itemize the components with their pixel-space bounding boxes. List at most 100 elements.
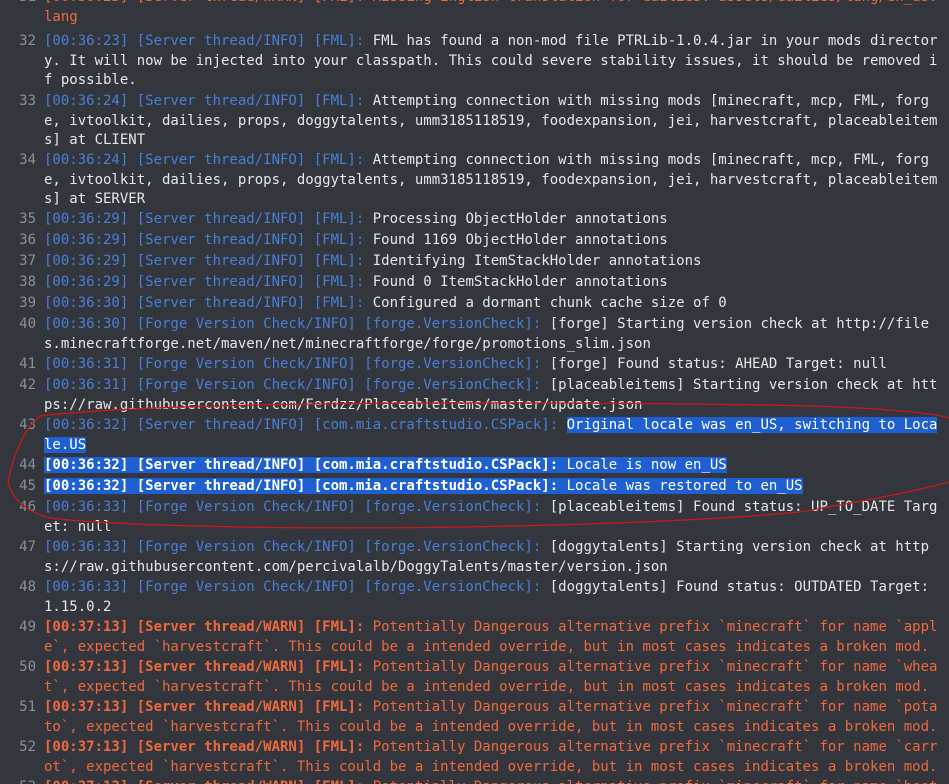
log-viewer[interactable]: 31[00:36:23] [Server thread/WARN] [FML]:… <box>0 0 949 784</box>
log-prefix: [00:37:13] [Server thread/WARN] [FML]: <box>44 699 365 715</box>
line-number: 39 <box>19 295 36 311</box>
log-prefix: [00:36:33] [Forge Version Check/INFO] [f… <box>44 499 542 515</box>
log-line[interactable]: 44 [00:36:32] [Server thread/INFO] [com.m… <box>0 456 949 476</box>
log-line[interactable]: 33 [00:36:24] [Server thread/INFO] [FML]:… <box>0 92 949 151</box>
log-text: [00:36:24] [Server thread/INFO] [FML]: A… <box>44 92 941 151</box>
log-message: Locale is now en_US <box>558 457 727 473</box>
log-prefix: [00:36:29] [Server thread/INFO] [FML]: <box>44 232 365 248</box>
line-number: 36 <box>19 232 36 248</box>
log-prefix: [00:37:13] [Server thread/WARN] [FML]: <box>44 659 365 675</box>
line-number: 47 <box>19 539 36 555</box>
log-line[interactable]: 48 [00:36:33] [Forge Version Check/INFO] … <box>0 578 949 617</box>
log-message: Found 1169 ObjectHolder annotations <box>364 232 668 248</box>
line-number: 31 <box>0 0 44 27</box>
log-line[interactable]: 42 [00:36:31] [Forge Version Check/INFO] … <box>0 376 949 415</box>
log-text: [00:36:33] [Forge Version Check/INFO] [f… <box>44 578 941 617</box>
log-text: [00:36:31] [Forge Version Check/INFO] [f… <box>44 355 941 375</box>
line-number: 40 <box>19 316 36 332</box>
log-text: [00:37:13] [Server thread/WARN] [FML]: P… <box>44 618 941 657</box>
line-number: 42 <box>19 377 36 393</box>
log-message: Locale was restored to en_US <box>558 478 803 494</box>
log-text: [00:36:29] [Server thread/INFO] [FML]: F… <box>44 231 941 251</box>
log-text: [00:36:29] [Server thread/INFO] [FML]: P… <box>44 210 941 230</box>
line-number: 48 <box>19 579 36 595</box>
log-prefix: [00:37:13] [Server thread/WARN] [FML]: <box>44 779 364 784</box>
log-text: [00:36:23] [Server thread/WARN] [FML]: M… <box>44 0 941 27</box>
line-number: 34 <box>19 152 36 168</box>
line-number: 32 <box>19 33 36 49</box>
log-text: [00:36:33] [Forge Version Check/INFO] [f… <box>44 538 941 577</box>
log-text: [00:36:29] [Server thread/INFO] [FML]: F… <box>44 273 941 293</box>
log-message: Identifying ItemStackHolder annotations <box>364 253 702 269</box>
log-prefix: [00:36:32] [Server thread/INFO] [com.mia… <box>44 478 559 494</box>
log-prefix: [00:36:29] [Server thread/INFO] [FML]: <box>44 211 365 227</box>
line-number: 33 <box>19 93 36 109</box>
log-line[interactable]: 35 [00:36:29] [Server thread/INFO] [FML]:… <box>0 210 949 230</box>
log-prefix: [00:36:31] [Forge Version Check/INFO] [f… <box>44 356 542 372</box>
log-prefix: [00:36:29] [Server thread/INFO] [FML]: <box>44 253 365 269</box>
log-text: [00:36:23] [Server thread/INFO] [FML]: F… <box>44 32 941 91</box>
log-message: Found 0 ItemStackHolder annotations <box>364 274 668 290</box>
log-text: [00:36:32] [Server thread/INFO] [com.mia… <box>44 416 941 455</box>
log-line[interactable]: 39 [00:36:30] [Server thread/INFO] [FML]:… <box>0 294 949 314</box>
log-line[interactable]: 52 [00:37:13] [Server thread/WARN] [FML]:… <box>0 738 949 777</box>
line-number: 43 <box>19 417 36 433</box>
line-number: 45 <box>19 478 36 494</box>
log-prefix: [00:36:24] [Server thread/INFO] [FML]: <box>44 93 365 109</box>
log-message: Processing ObjectHolder annotations <box>364 211 668 227</box>
line-number: 44 <box>19 457 36 473</box>
log-text: [00:36:29] [Server thread/INFO] [FML]: I… <box>44 252 941 272</box>
log-prefix: [00:36:24] [Server thread/INFO] [FML]: <box>44 152 365 168</box>
line-number: 49 <box>19 619 36 635</box>
line-number: 37 <box>19 253 36 269</box>
log-prefix: [00:36:32] [Server thread/INFO] [com.mia… <box>44 417 559 433</box>
line-number: 41 <box>19 356 36 372</box>
log-prefix: [00:36:30] [Server thread/INFO] [FML]: <box>44 295 365 311</box>
log-line[interactable]: 49 [00:37:13] [Server thread/WARN] [FML]:… <box>0 618 949 657</box>
log-text: [00:36:24] [Server thread/INFO] [FML]: A… <box>44 151 941 210</box>
line-number: 52 <box>19 739 36 755</box>
log-prefix: [00:36:23] [Server thread/WARN] [FML]: <box>44 0 364 5</box>
log-text: [00:36:32] [Server thread/INFO] [com.mia… <box>44 456 941 476</box>
line-number: 53 <box>0 778 44 784</box>
log-line[interactable]: 32 [00:36:23] [Server thread/INFO] [FML]:… <box>0 32 949 91</box>
log-text: [00:37:13] [Server thread/WARN] [FML]: P… <box>44 738 941 777</box>
line-number: 46 <box>19 499 36 515</box>
log-prefix: [00:37:13] [Server thread/WARN] [FML]: <box>44 619 365 635</box>
log-message: Potentially Dangerous alternative prefix… <box>364 779 938 784</box>
log-line[interactable]: 38 [00:36:29] [Server thread/INFO] [FML]:… <box>0 273 949 293</box>
log-line[interactable]: 41 [00:36:31] [Forge Version Check/INFO] … <box>0 355 949 375</box>
log-line[interactable]: 40 [00:36:30] [Forge Version Check/INFO] … <box>0 315 949 354</box>
log-prefix: [00:36:31] [Forge Version Check/INFO] [f… <box>44 377 542 393</box>
log-text: [00:36:30] [Forge Version Check/INFO] [f… <box>44 315 941 354</box>
log-prefix: [00:36:29] [Server thread/INFO] [FML]: <box>44 274 365 290</box>
log-prefix: [00:36:33] [Forge Version Check/INFO] [f… <box>44 539 542 555</box>
log-text: [00:36:30] [Server thread/INFO] [FML]: C… <box>44 294 941 314</box>
line-number: 35 <box>19 211 36 227</box>
log-line[interactable]: 50 [00:37:13] [Server thread/WARN] [FML]:… <box>0 658 949 697</box>
log-line[interactable]: 43 [00:36:32] [Server thread/INFO] [com.m… <box>0 416 949 455</box>
log-line[interactable]: 34 [00:36:24] [Server thread/INFO] [FML]:… <box>0 151 949 210</box>
log-line[interactable]: 36 [00:36:29] [Server thread/INFO] [FML]:… <box>0 231 949 251</box>
line-number: 50 <box>19 659 36 675</box>
log-line[interactable]: 46 [00:36:33] [Forge Version Check/INFO] … <box>0 498 949 537</box>
log-prefix: [00:37:13] [Server thread/WARN] [FML]: <box>44 739 365 755</box>
log-text: [00:36:31] [Forge Version Check/INFO] [f… <box>44 376 941 415</box>
log-line[interactable]: 47 [00:36:33] [Forge Version Check/INFO] … <box>0 538 949 577</box>
log-text: [00:36:33] [Forge Version Check/INFO] [f… <box>44 498 941 537</box>
log-line[interactable]: 37 [00:36:29] [Server thread/INFO] [FML]:… <box>0 252 949 272</box>
log-message: [forge] Found status: AHEAD Target: null <box>541 356 887 372</box>
line-number: 51 <box>19 699 36 715</box>
log-line[interactable]: 31[00:36:23] [Server thread/WARN] [FML]:… <box>0 0 949 27</box>
log-text: [00:37:13] [Server thread/WARN] [FML]: P… <box>44 658 941 697</box>
log-line[interactable]: 51 [00:37:13] [Server thread/WARN] [FML]:… <box>0 698 949 737</box>
log-prefix: [00:36:23] [Server thread/INFO] [FML]: <box>44 33 365 49</box>
log-text: [00:36:32] [Server thread/INFO] [com.mia… <box>44 477 941 497</box>
line-number: 38 <box>19 274 36 290</box>
log-line[interactable]: 53[00:37:13] [Server thread/WARN] [FML]:… <box>0 778 949 784</box>
log-prefix: [00:36:30] [Forge Version Check/INFO] [f… <box>44 316 542 332</box>
log-line[interactable]: 45 [00:36:32] [Server thread/INFO] [com.m… <box>0 477 949 497</box>
log-text: [00:37:13] [Server thread/WARN] [FML]: P… <box>44 778 941 784</box>
log-text: [00:37:13] [Server thread/WARN] [FML]: P… <box>44 698 941 737</box>
log-prefix: [00:36:33] [Forge Version Check/INFO] [f… <box>44 579 542 595</box>
